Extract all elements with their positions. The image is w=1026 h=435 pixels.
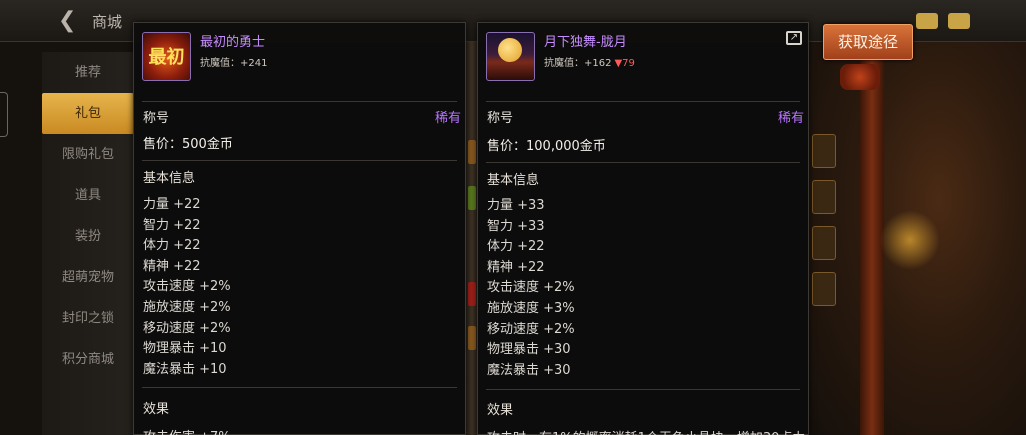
sidebar-item-items[interactable]: 道具	[42, 175, 134, 216]
stat-line: 力量 +33	[487, 198, 545, 213]
resist-value: 抗魔值：+241	[200, 54, 267, 69]
price: 售价：100,000金币	[487, 139, 606, 154]
item-name: 月下独舞-胧月	[544, 35, 627, 50]
background-item-slot	[812, 272, 836, 306]
sidebar-item-outfits[interactable]: 装扮	[42, 216, 134, 257]
stat-line: 魔法暴击 +10	[143, 361, 227, 377]
stat-line: 体力 +22	[487, 239, 545, 255]
divider	[142, 387, 457, 388]
stat-line: 移动速度 +2%	[487, 321, 575, 337]
background-item-slot	[812, 180, 836, 214]
stat-line: 攻击速度 +2%	[487, 280, 575, 296]
stat-line: 物理暴击 +10	[143, 341, 227, 357]
item-name: 最初的勇士	[200, 35, 266, 50]
stat-line: 体力 +22	[143, 238, 201, 254]
resist-number: +162	[584, 58, 612, 69]
lantern-decoration	[840, 64, 880, 90]
divider	[486, 389, 800, 390]
stat-line: 施放速度 +3%	[487, 300, 575, 316]
basic-info-heading: 基本信息	[143, 171, 196, 186]
share-icon[interactable]: ↗	[786, 31, 802, 45]
background-glow	[880, 210, 940, 270]
stat-line: 攻击速度 +2%	[143, 279, 231, 295]
stat-line: 精神 +22	[487, 259, 545, 275]
background-item-slot	[812, 226, 836, 260]
item-type: 称号	[487, 111, 514, 126]
divider	[142, 101, 457, 102]
item-tooltip-right: 月下独舞-胧月 抗魔值：+162 ▼79 ↗ 称号 稀有 售价：100,000金币…	[477, 22, 809, 435]
sidebar-item-points-shop[interactable]: 积分商城	[42, 339, 134, 380]
stat-line: 魔法暴击 +30	[487, 362, 571, 378]
background-item-slot	[468, 326, 476, 350]
stat-list: 力量 +22 智力 +22 体力 +22 精神 +22 攻击速度 +2% 施放速…	[143, 195, 231, 380]
title-badge-icon: 最初	[142, 32, 191, 81]
stat-line: 物理暴击 +30	[487, 342, 571, 358]
divider	[142, 160, 457, 161]
effect-heading: 效果	[487, 403, 514, 418]
title-badge-text: 最初	[148, 47, 185, 68]
sidebar-item-recommend[interactable]: 推荐	[42, 52, 134, 93]
rarity-label: 稀有	[777, 111, 804, 126]
shop-sidebar: 推荐 礼包 限购礼包 道具 装扮 超萌宠物 封印之锁 积分商城	[42, 52, 134, 435]
sidebar-item-limited-pack[interactable]: 限购礼包	[42, 134, 134, 175]
price: 售价：500金币	[143, 137, 233, 152]
resist-number: +241	[240, 58, 268, 69]
shop-title: 商城	[92, 13, 123, 31]
effect-text: 攻击伤害 +7%	[143, 426, 231, 435]
moon-title-icon	[486, 32, 535, 81]
sidebar-item-seal-lock[interactable]: 封印之锁	[42, 298, 134, 339]
background-item-slot	[468, 282, 476, 306]
resist-decrease: ▼79	[614, 58, 635, 69]
background-item-slot	[468, 186, 476, 210]
get-source-button[interactable]: 获取途径	[823, 24, 913, 60]
stat-line: 智力 +33	[487, 218, 545, 234]
background-item-slot	[812, 134, 836, 168]
mail-icon[interactable]	[916, 13, 938, 29]
divider	[486, 162, 800, 163]
stat-line: 移动速度 +2%	[143, 320, 231, 336]
rarity-label: 稀有	[434, 111, 461, 126]
resist-value: 抗魔值：+162 ▼79	[544, 54, 635, 69]
item-type: 称号	[143, 111, 170, 126]
sidebar-item-gift-pack[interactable]: 礼包	[42, 93, 134, 134]
background-item-slot	[468, 140, 476, 164]
side-expand-handle[interactable]	[0, 92, 8, 137]
back-arrow-icon[interactable]: ❮	[58, 9, 84, 33]
chat-icon[interactable]	[948, 13, 970, 29]
sidebar-item-pets[interactable]: 超萌宠物	[42, 257, 134, 298]
effect-text: 攻击时，有1%的概率消耗1个无色小晶块，增加30点力	[487, 427, 805, 435]
top-right-icons	[916, 13, 970, 29]
divider	[486, 101, 800, 102]
stat-line: 施放速度 +2%	[143, 299, 231, 315]
stat-line: 智力 +22	[143, 217, 201, 233]
moon-icon	[498, 38, 522, 62]
resist-label: 抗魔值：	[544, 58, 584, 69]
stat-line: 精神 +22	[143, 258, 201, 274]
effect-heading: 效果	[143, 402, 170, 417]
basic-info-heading: 基本信息	[487, 173, 540, 188]
item-tooltip-left: 最初 最初的勇士 抗魔值：+241 称号 稀有 售价：500金币 基本信息 力量…	[133, 22, 466, 435]
resist-label: 抗魔值：	[200, 58, 240, 69]
stat-list: 力量 +33 智力 +33 体力 +22 精神 +22 攻击速度 +2% 施放速…	[487, 196, 575, 381]
stat-line: 力量 +22	[143, 197, 201, 212]
